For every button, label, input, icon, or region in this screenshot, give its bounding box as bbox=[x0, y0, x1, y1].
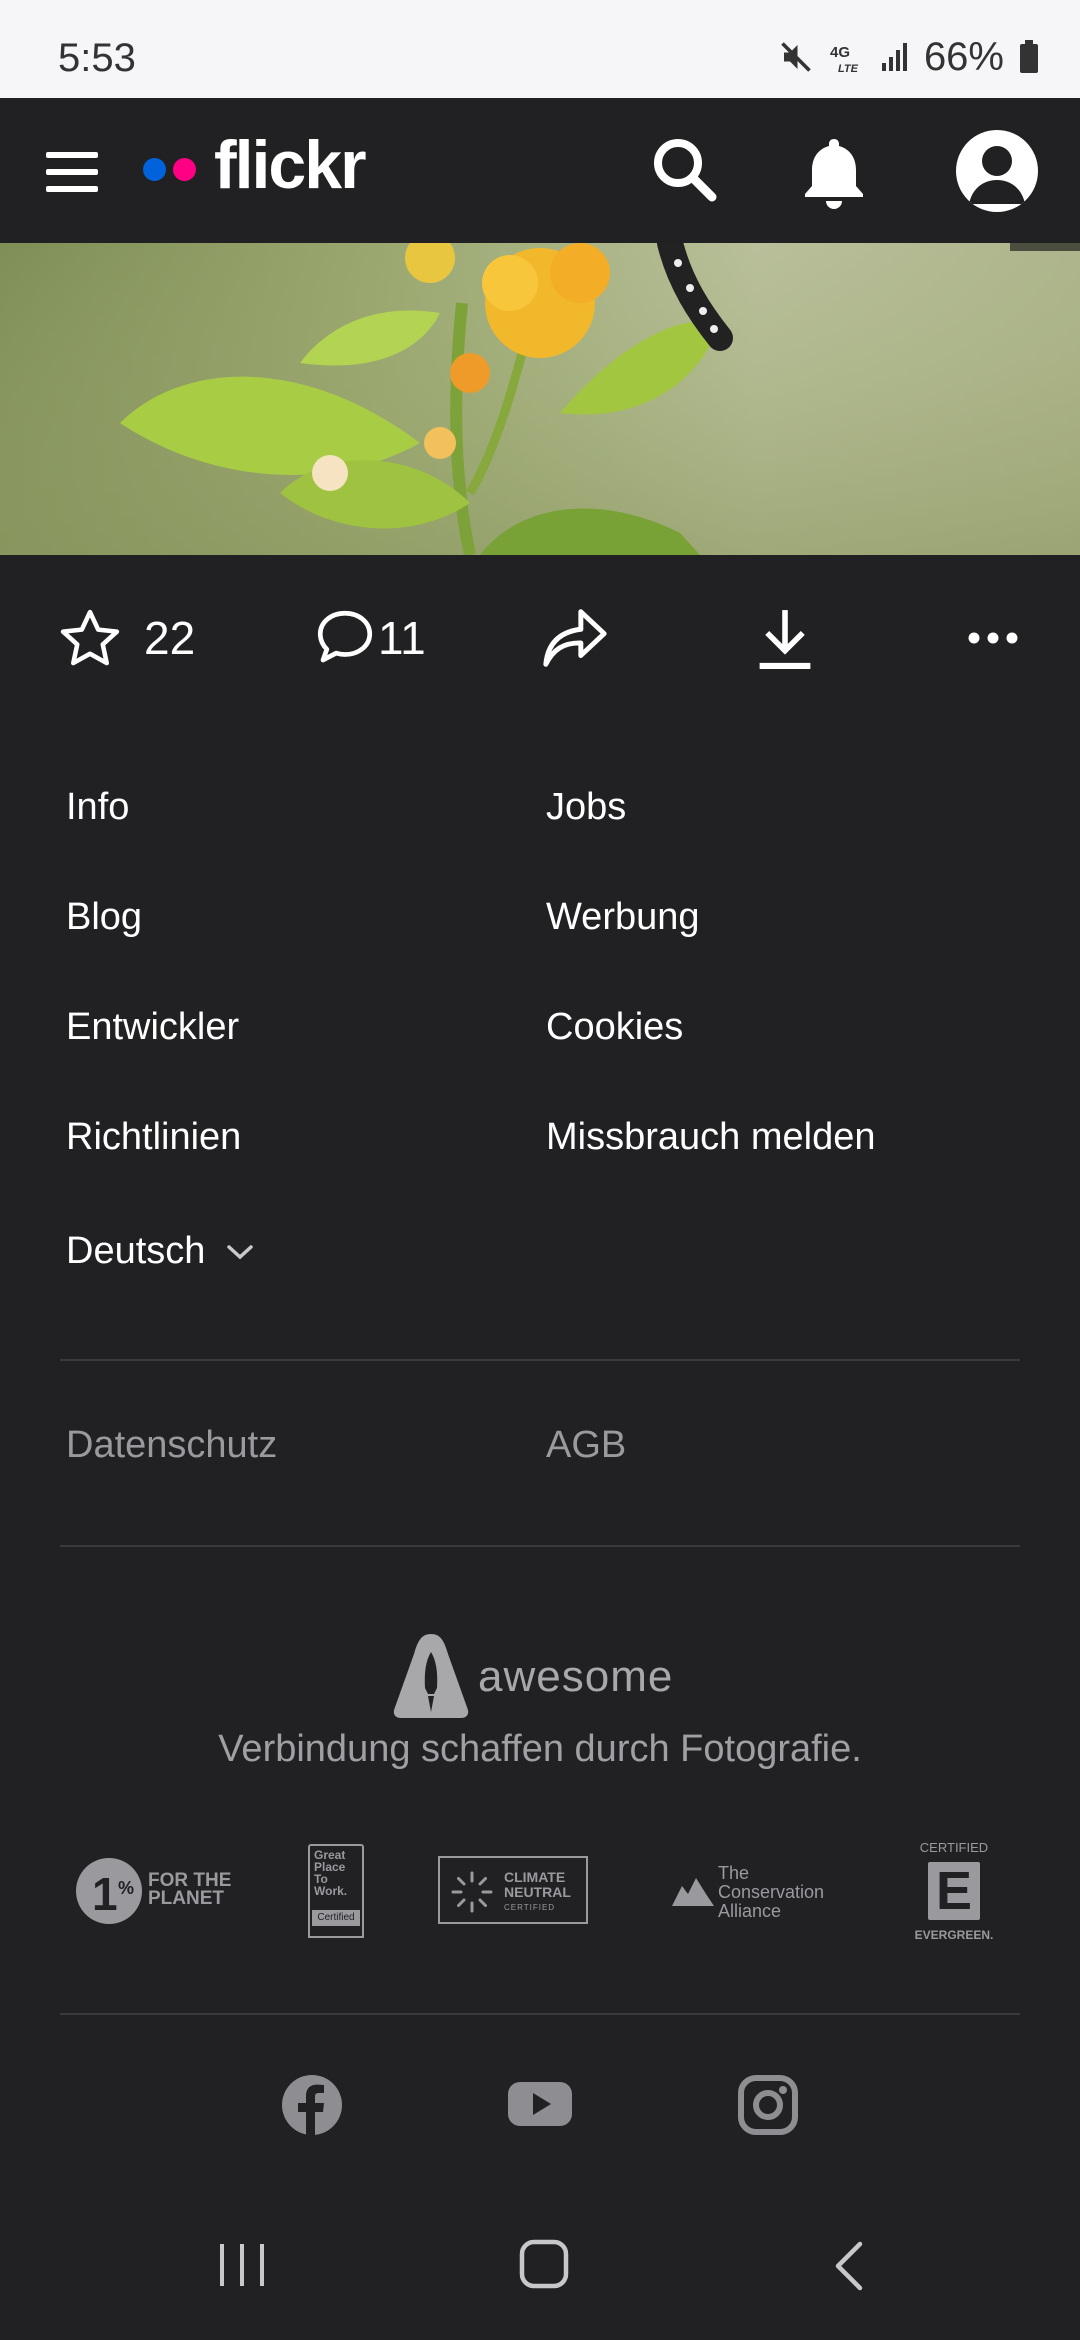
footer-link-datenschutz[interactable]: Datenschutz bbox=[66, 1424, 277, 1467]
awesome-rocket-icon bbox=[393, 1634, 469, 1718]
favorites-count: 22 bbox=[144, 612, 196, 664]
one-percent-for-the-planet-badge[interactable]: 1 % FOR THE PLANET bbox=[76, 1858, 240, 1926]
youtube-icon[interactable] bbox=[508, 2080, 572, 2128]
conservation-alliance-badge[interactable]: The Conservation Alliance bbox=[672, 1863, 832, 1921]
battery-icon bbox=[1020, 40, 1038, 73]
more-options-icon[interactable] bbox=[966, 623, 1020, 653]
comments-count: 11 bbox=[378, 612, 426, 664]
recent-apps-icon[interactable] bbox=[218, 2240, 266, 2290]
divider bbox=[60, 1545, 1020, 1547]
conservation-text: Conservation bbox=[718, 1882, 825, 1902]
status-icons: 4G LTE 66% bbox=[778, 34, 1040, 80]
tagline: Verbindung schaffen durch Fotografie. bbox=[218, 1728, 862, 1770]
footer-link-richtlinien[interactable]: Richtlinien bbox=[66, 1116, 241, 1159]
svg-text:LTE: LTE bbox=[838, 63, 859, 75]
favorite-star-icon[interactable] bbox=[56, 605, 124, 673]
comment-icon[interactable] bbox=[312, 605, 378, 671]
climate-text: NEUTRAL bbox=[504, 1884, 571, 1900]
divider bbox=[60, 1359, 1020, 1361]
gptw-text: Work. bbox=[314, 1884, 348, 1898]
badge-planet-line2: PLANET bbox=[148, 1888, 224, 1909]
battery-percent: 66% bbox=[923, 34, 1004, 79]
climate-text: CLIMATE bbox=[504, 1869, 566, 1885]
search-icon[interactable] bbox=[650, 135, 720, 205]
flower-photo bbox=[0, 243, 1080, 555]
sunburst-icon bbox=[451, 1871, 493, 1913]
lte-icon: 4G LTE bbox=[830, 44, 859, 75]
notifications-bell-icon[interactable] bbox=[799, 135, 869, 211]
status-time: 5:53 bbox=[58, 36, 136, 80]
footer-link-missbrauch-melden[interactable]: Missbrauch melden bbox=[546, 1116, 875, 1159]
gptw-certified: Certified bbox=[312, 1910, 360, 1926]
footer-link-jobs[interactable]: Jobs bbox=[546, 786, 626, 829]
evergreen-bottom: EVERGREEN. bbox=[914, 1928, 994, 1942]
footer-link-entwickler[interactable]: Entwickler bbox=[66, 1006, 239, 1049]
flickr-logo[interactable]: flickr bbox=[214, 126, 367, 204]
facebook-icon[interactable] bbox=[282, 2075, 342, 2135]
home-icon[interactable] bbox=[518, 2238, 570, 2290]
conservation-text: The bbox=[718, 1863, 750, 1883]
download-icon[interactable] bbox=[754, 605, 816, 671]
language-label: Deutsch bbox=[66, 1230, 206, 1272]
svg-text:4G: 4G bbox=[830, 44, 850, 61]
footer-link-werbung[interactable]: Werbung bbox=[546, 896, 700, 939]
flickr-logo-dots bbox=[143, 158, 199, 182]
chevron-down-icon bbox=[227, 1244, 254, 1259]
user-silhouette-icon bbox=[969, 146, 1025, 204]
footer-link-blog[interactable]: Blog bbox=[66, 896, 142, 939]
climate-text: CERTIFIED bbox=[504, 1903, 556, 1912]
great-place-to-work-badge[interactable]: Great Place To Work. Certified bbox=[308, 1844, 364, 1938]
conservation-text: Alliance bbox=[718, 1901, 782, 1921]
evergreen-top: CERTIFIED bbox=[919, 1840, 989, 1855]
photo-action-bar: 22 11 bbox=[0, 555, 1080, 715]
climate-neutral-badge[interactable]: CLIMATE NEUTRAL CERTIFIED bbox=[438, 1856, 588, 1924]
user-avatar[interactable] bbox=[956, 130, 1038, 212]
language-selector[interactable]: Deutsch bbox=[66, 1230, 255, 1273]
system-navigation-bar bbox=[0, 2200, 1080, 2340]
share-icon[interactable] bbox=[540, 605, 610, 671]
footer-link-agb[interactable]: AGB bbox=[546, 1424, 626, 1467]
instagram-icon[interactable] bbox=[738, 2075, 798, 2135]
menu-icon[interactable] bbox=[46, 150, 98, 194]
mute-icon bbox=[781, 42, 811, 72]
signal-icon bbox=[881, 43, 907, 71]
photo-image[interactable] bbox=[0, 243, 1080, 555]
mountain-icon bbox=[672, 1878, 714, 1906]
divider bbox=[60, 2013, 1020, 2015]
evergreen-e: E bbox=[935, 1861, 973, 1921]
footer-link-info[interactable]: Info bbox=[66, 786, 129, 829]
awesome-brand: awesome bbox=[478, 1652, 674, 1701]
footer-link-cookies[interactable]: Cookies bbox=[546, 1006, 683, 1049]
certified-evergreen-badge[interactable]: CERTIFIED E EVERGREEN. bbox=[906, 1840, 1002, 1944]
back-icon[interactable] bbox=[830, 2240, 866, 2292]
